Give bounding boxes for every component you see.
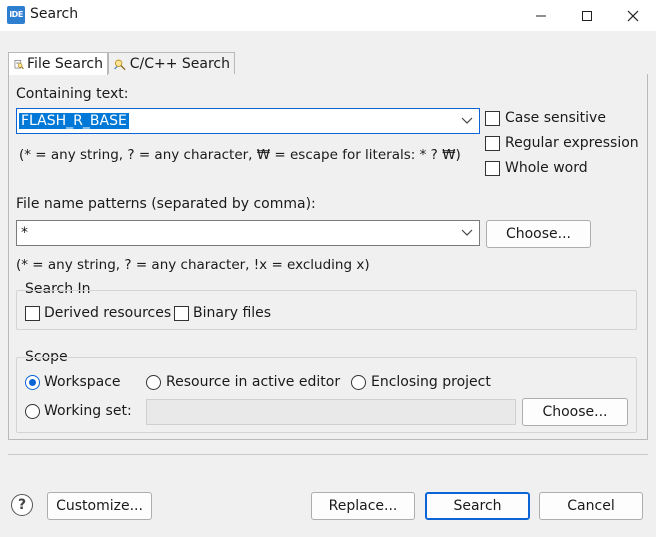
replace-button[interactable]: Replace... [311, 492, 415, 520]
file-name-patterns-combo[interactable]: * [16, 220, 480, 246]
chevron-down-icon[interactable] [461, 228, 473, 238]
tab-file-search-label: File Search [27, 56, 103, 72]
customize-button[interactable]: Customize... [47, 492, 152, 520]
binary-files-label: Binary files [193, 305, 272, 321]
enclosing-project-label: Enclosing project [371, 374, 491, 390]
search-button[interactable]: Search [425, 492, 530, 520]
working-set-radio[interactable] [25, 404, 40, 419]
whole-word-checkbox[interactable] [485, 161, 500, 176]
containing-text-combo[interactable]: FLASH_R_BASE [16, 108, 480, 134]
working-set-field [146, 399, 516, 425]
cpp-search-icon [114, 59, 126, 70]
chevron-down-icon[interactable] [461, 116, 473, 126]
tab-cpp-search[interactable]: C/C++ Search [108, 52, 235, 75]
enclosing-project-radio[interactable] [351, 375, 366, 390]
case-sensitive-checkbox[interactable] [485, 111, 500, 126]
derived-resources-checkbox[interactable] [25, 306, 40, 321]
maximize-icon [582, 10, 592, 21]
containing-text-value: FLASH_R_BASE [19, 113, 129, 129]
tab-file-search[interactable]: File Search [8, 52, 108, 75]
window-title: Search [30, 6, 79, 22]
resource-in-active-editor-radio[interactable] [146, 375, 161, 390]
maximize-button[interactable] [564, 0, 610, 31]
close-button[interactable] [610, 0, 656, 31]
resource-in-active-editor-label: Resource in active editor [166, 374, 341, 390]
whole-word-label: Whole word [505, 160, 588, 176]
file-search-icon [14, 59, 24, 69]
help-icon[interactable]: ? [11, 494, 33, 516]
file-name-patterns-value: * [21, 225, 28, 241]
file-name-patterns-label: File name patterns (separated by comma): [16, 196, 316, 212]
derived-resources-label: Derived resources [44, 305, 172, 321]
minimize-icon [536, 15, 546, 16]
minimize-button[interactable] [518, 0, 564, 31]
footer-separator [8, 454, 648, 455]
tab-cpp-search-label: C/C++ Search [129, 56, 230, 72]
app-icon: IDE [7, 6, 25, 24]
cancel-button[interactable]: Cancel [539, 492, 643, 520]
containing-text-label: Containing text: [16, 86, 129, 102]
choose-working-set-button[interactable]: Choose... [522, 398, 628, 426]
working-set-label: Working set: [44, 403, 132, 419]
close-icon [627, 10, 639, 21]
case-sensitive-label: Case sensitive [505, 110, 606, 126]
regular-expression-checkbox[interactable] [485, 136, 500, 151]
containing-text-hint: (* = any string, ? = any character, ₩ = … [19, 147, 461, 163]
workspace-radio[interactable] [25, 375, 40, 390]
file-name-patterns-hint: (* = any string, ? = any character, !x =… [16, 257, 370, 273]
workspace-label: Workspace [44, 374, 121, 390]
choose-file-patterns-button[interactable]: Choose... [486, 220, 591, 248]
regular-expression-label: Regular expression [505, 135, 639, 151]
binary-files-checkbox[interactable] [174, 306, 189, 321]
